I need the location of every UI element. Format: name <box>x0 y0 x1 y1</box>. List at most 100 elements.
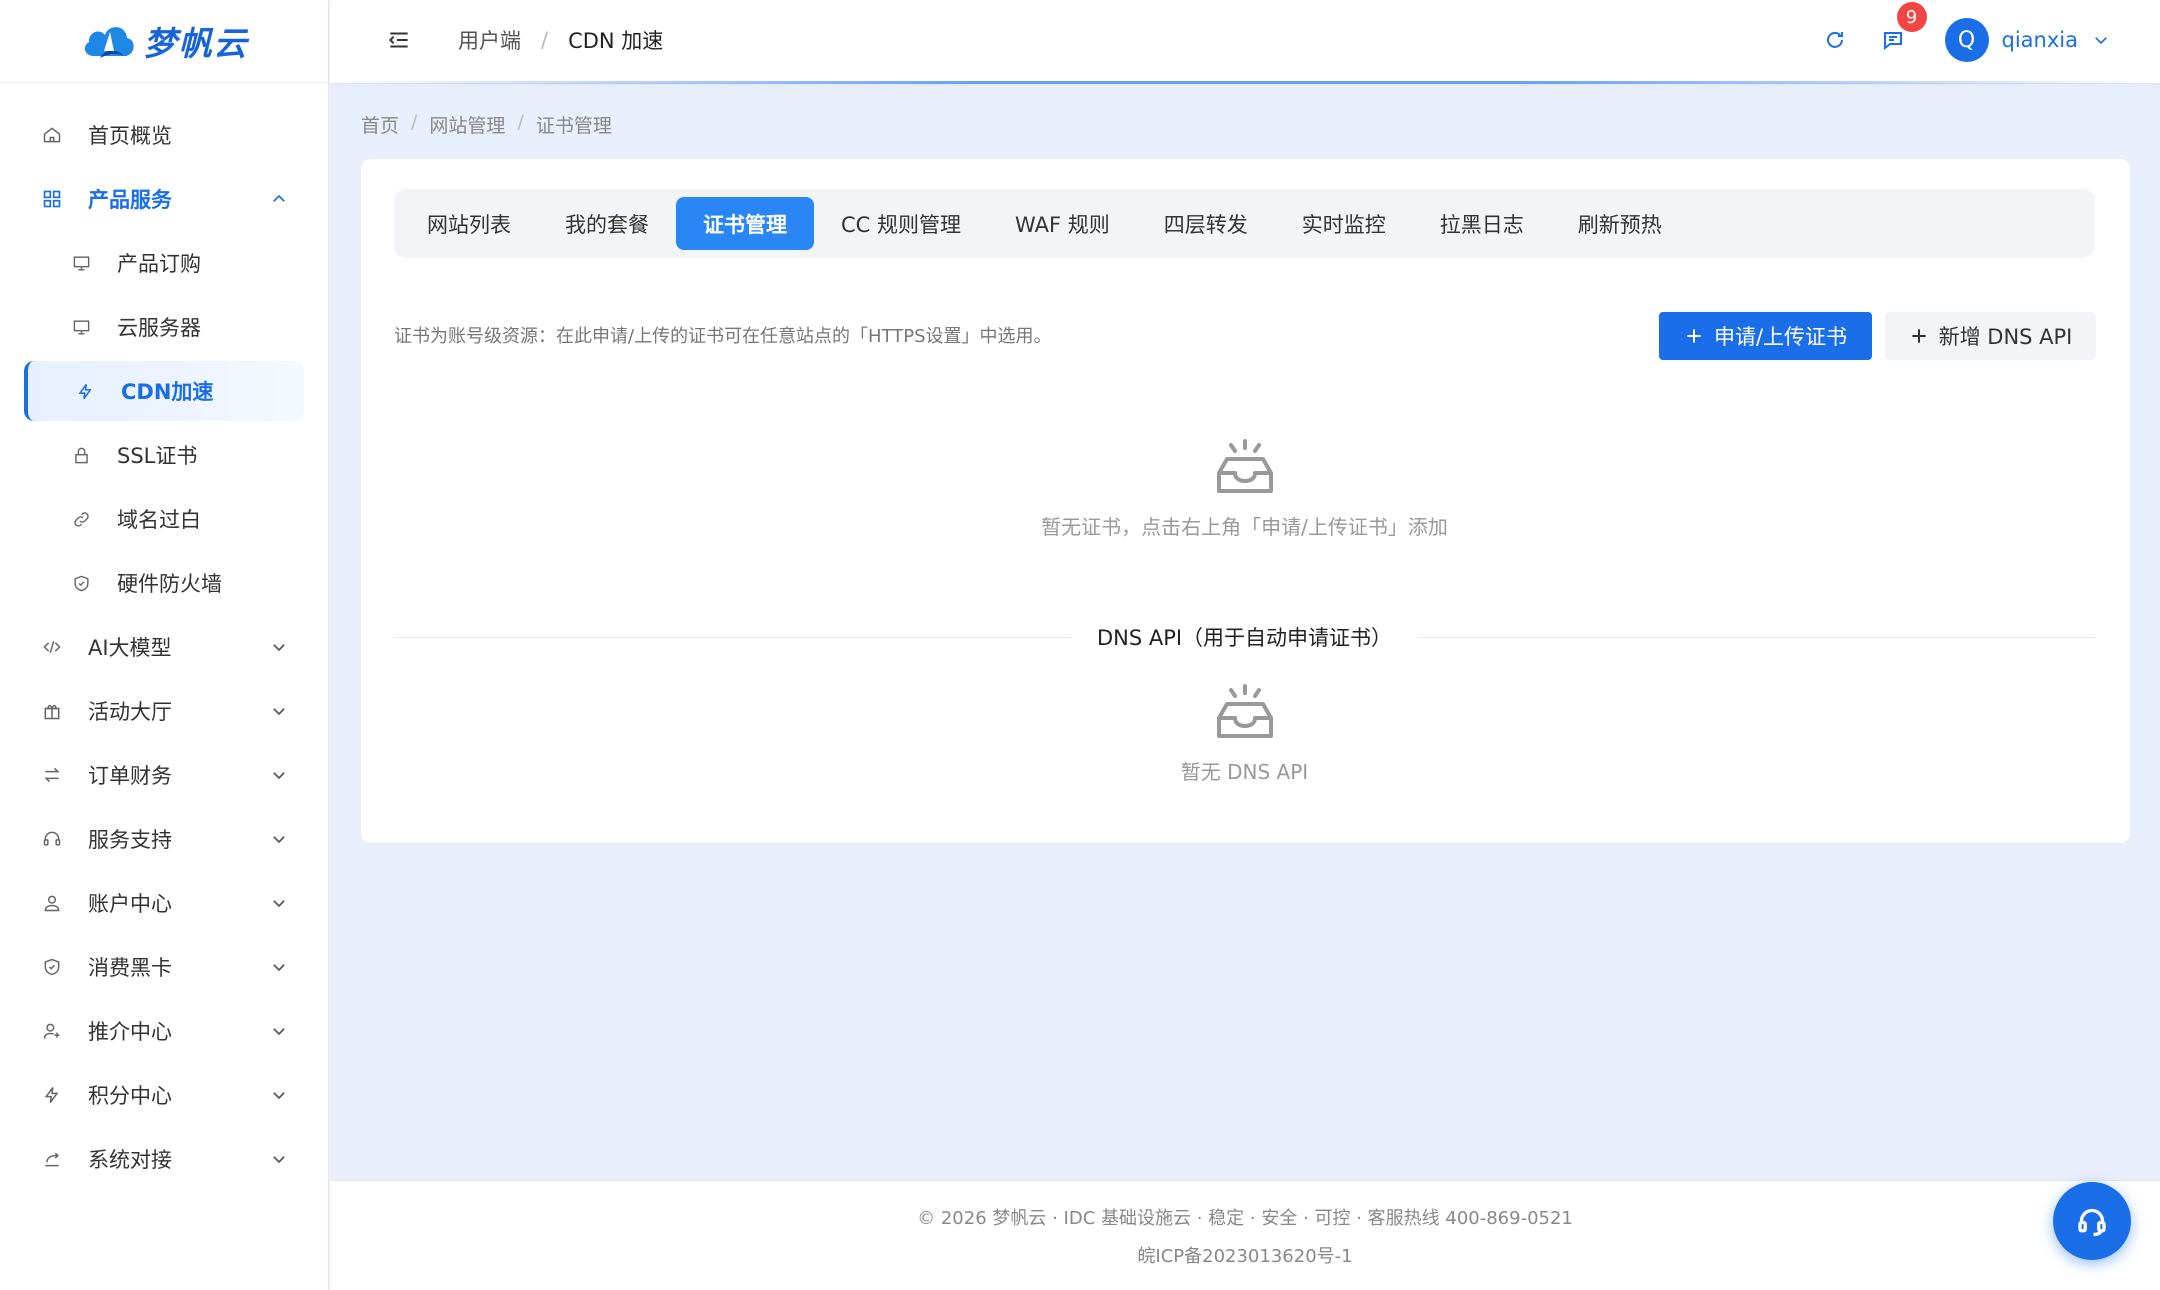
dns-api-empty-state: 暂无 DNS API <box>394 682 2095 785</box>
chevron-down-icon <box>270 1150 288 1168</box>
breadcrumb-separator: / <box>517 111 524 133</box>
customer-service-button[interactable] <box>2053 1182 2160 1260</box>
header-breadcrumb: 用户端 / CDN 加速 <box>458 25 663 55</box>
sidebar-subitem-ssl[interactable]: SSL证书 <box>0 423 328 487</box>
chevron-down-icon[interactable] <box>2092 31 2110 49</box>
chevron-up-icon <box>270 190 288 208</box>
sidebar-item-black-card[interactable]: 消费黑卡 <box>0 935 328 999</box>
chevron-down-icon <box>270 830 288 848</box>
tab-realtime-monitor[interactable]: 实时监控 <box>1275 197 1413 250</box>
sidebar-item-label: 订单财务 <box>88 764 172 788</box>
top-header: 用户端 / CDN 加速 9 Q qianxia <box>330 0 2160 83</box>
logo[interactable]: 梦帆云 <box>0 0 328 83</box>
tab-my-plan[interactable]: 我的套餐 <box>538 197 676 250</box>
username[interactable]: qianxia <box>2002 28 2078 52</box>
sidebar-subitem-cloud-server[interactable]: 云服务器 <box>0 295 328 359</box>
sidebar-item-label: 服务支持 <box>88 828 172 852</box>
sidebar-item-label: 活动大厅 <box>88 700 172 724</box>
dns-api-divider: DNS API（用于自动申请证书） <box>394 622 2096 652</box>
sidebar-item-integration[interactable]: 系统对接 <box>0 1127 328 1191</box>
sidebar-item-orders[interactable]: 订单财务 <box>0 743 328 807</box>
sidebar-item-label: 消费黑卡 <box>88 956 172 980</box>
chevron-down-icon <box>270 766 288 784</box>
gift-icon <box>42 701 62 721</box>
breadcrumb-separator: / <box>411 111 418 133</box>
tab-cert-management[interactable]: 证书管理 <box>676 197 814 250</box>
add-dns-api-label: 新增 DNS API <box>1938 325 2073 349</box>
footer: © 2026 梦帆云 · IDC 基础设施云 · 稳定 · 安全 · 可控 · … <box>330 1180 2160 1290</box>
tab-site-list[interactable]: 网站列表 <box>400 197 538 250</box>
avatar[interactable]: Q <box>1944 18 1989 62</box>
footer-icp[interactable]: 皖ICP备2023013620号-1 <box>1137 1242 1352 1268</box>
sidebar-item-events[interactable]: 活动大厅 <box>0 679 328 743</box>
sidebar-subitem-domain-whitelist[interactable]: 域名过白 <box>0 487 328 551</box>
shield-check-icon <box>42 957 62 977</box>
sidebar-item-label: 产品服务 <box>88 188 172 212</box>
link-icon <box>72 510 91 529</box>
breadcrumb: 首页 / 网站管理 / 证书管理 <box>361 111 612 138</box>
apply-upload-cert-button[interactable]: 申请/上传证书 <box>1659 312 1872 360</box>
sidebar-item-label: AI大模型 <box>88 636 172 660</box>
headset-icon <box>2053 1182 2131 1260</box>
monitor-icon <box>72 254 91 273</box>
tab-block-log[interactable]: 拉黑日志 <box>1413 197 1551 250</box>
sidebar-subitem-label: CDN加速 <box>121 380 214 404</box>
tab-waf-rules[interactable]: WAF 规则 <box>988 197 1137 250</box>
sidebar-subitem-cdn[interactable]: CDN加速 <box>24 361 304 421</box>
message-icon[interactable]: 9 <box>1881 2 1927 52</box>
cert-management-card: 网站列表 我的套餐 证书管理 CC 规则管理 WAF 规则 四层转发 实时监控 … <box>361 159 2130 843</box>
lock-icon <box>72 446 91 465</box>
refresh-icon[interactable] <box>1823 28 1847 52</box>
tab-bar: 网站列表 我的套餐 证书管理 CC 规则管理 WAF 规则 四层转发 实时监控 … <box>394 189 2095 258</box>
divider-line <box>394 636 1071 638</box>
sidebar-subitem-label: 产品订购 <box>117 252 201 276</box>
sidebar-item-account[interactable]: 账户中心 <box>0 871 328 935</box>
add-dns-api-button[interactable]: 新增 DNS API <box>1885 312 2096 360</box>
sidebar-item-home[interactable]: 首页概览 <box>0 103 328 167</box>
home-icon <box>42 125 62 145</box>
logo-text: 梦帆云 <box>143 24 249 63</box>
chevron-down-icon <box>270 958 288 976</box>
breadcrumb-home[interactable]: 首页 <box>361 111 399 138</box>
sidebar-nav: 首页概览 产品服务 产品订购 云服务器 CDN加速 SSL证书 域名过白 硬件防… <box>0 83 328 1191</box>
sidebar-item-points[interactable]: 积分中心 <box>0 1063 328 1127</box>
plus-icon <box>1909 326 1929 346</box>
sidebar: 梦帆云 首页概览 产品服务 产品订购 云服务器 CDN加速 SSL证书 域名过白… <box>0 0 329 1290</box>
footer-copyright: © 2026 梦帆云 · IDC 基础设施云 · 稳定 · 安全 · 可控 · … <box>917 1207 1573 1229</box>
sidebar-item-products[interactable]: 产品服务 <box>0 167 328 231</box>
header-actions: 9 Q qianxia <box>1823 2 2110 62</box>
cert-info-text: 证书为账号级资源：在此申请/上传的证书可在任意站点的「HTTPS设置」中选用。 <box>394 326 1052 347</box>
tab-refresh-preheat[interactable]: 刷新预热 <box>1551 197 1689 250</box>
headset-icon <box>42 829 62 849</box>
chevron-down-icon <box>270 894 288 912</box>
lightning-icon <box>42 1085 62 1105</box>
cloud-logo-icon <box>84 27 134 58</box>
header-crumb-separator: / <box>541 28 549 52</box>
cert-empty-text: 暂无证书，点击右上角「申请/上传证书」添加 <box>1041 515 1448 539</box>
menu-collapse-icon[interactable] <box>386 27 412 53</box>
empty-inbox-icon <box>1216 439 1273 493</box>
header-crumb-root[interactable]: 用户端 <box>458 25 521 55</box>
notification-badge: 9 <box>1896 2 1927 32</box>
breadcrumb-current: 证书管理 <box>535 115 612 137</box>
tab-cc-rules[interactable]: CC 规则管理 <box>814 197 988 250</box>
sidebar-item-label: 积分中心 <box>88 1084 172 1108</box>
swap-icon <box>42 765 62 785</box>
breadcrumb-site-management[interactable]: 网站管理 <box>429 111 505 138</box>
sidebar-item-referral[interactable]: 推介中心 <box>0 999 328 1063</box>
sidebar-subitem-product-order[interactable]: 产品订购 <box>0 231 328 295</box>
sidebar-subitem-label: SSL证书 <box>117 444 198 468</box>
sidebar-item-label: 系统对接 <box>88 1148 172 1172</box>
grid-icon <box>42 189 62 209</box>
divider-line <box>1418 636 2096 638</box>
user-icon <box>42 893 62 913</box>
sidebar-subitem-label: 云服务器 <box>117 316 201 340</box>
plus-icon <box>1684 326 1704 346</box>
sidebar-item-label: 账户中心 <box>88 892 172 916</box>
sidebar-item-ai[interactable]: AI大模型 <box>0 615 328 679</box>
sidebar-subitem-label: 硬件防火墙 <box>117 572 222 596</box>
sidebar-item-support[interactable]: 服务支持 <box>0 807 328 871</box>
tab-l4-forwarding[interactable]: 四层转发 <box>1137 197 1275 250</box>
header-crumb-current: CDN 加速 <box>568 29 664 53</box>
sidebar-subitem-firewall[interactable]: 硬件防火墙 <box>0 551 328 615</box>
